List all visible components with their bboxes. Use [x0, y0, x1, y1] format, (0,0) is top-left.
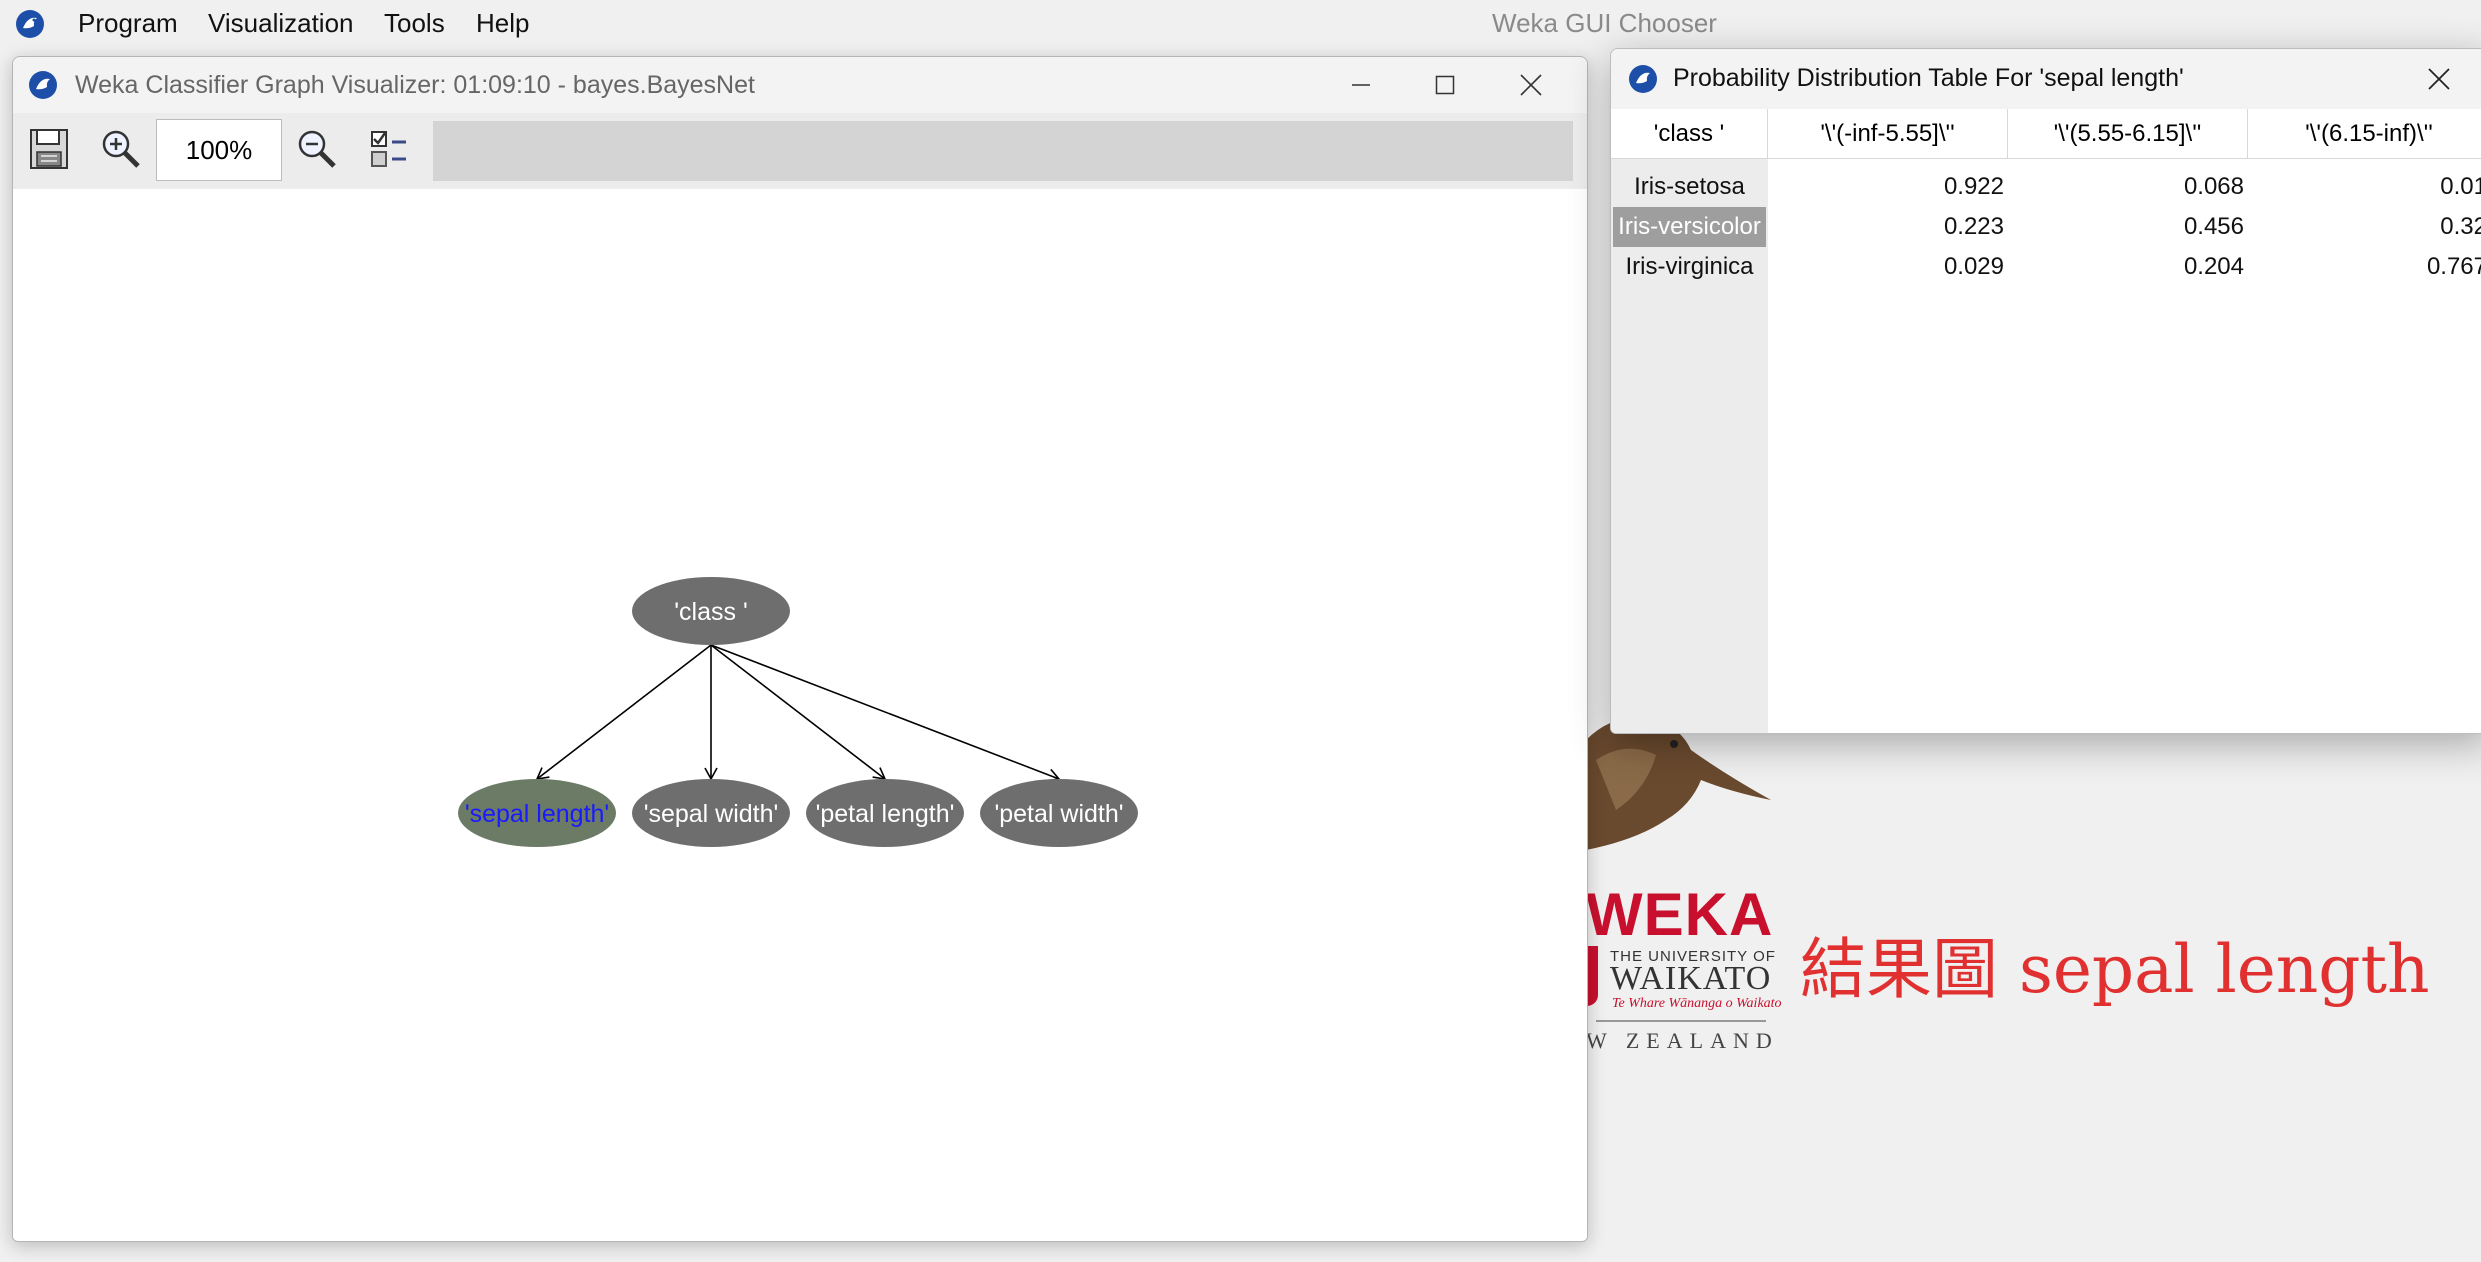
- weka-window-icon: [29, 71, 57, 99]
- table-cell[interactable]: 0.223: [1768, 207, 2008, 247]
- graph-visualizer-window: Weka Classifier Graph Visualizer: 01:09:…: [12, 56, 1588, 1242]
- table-cell[interactable]: 0.922: [1768, 167, 2008, 207]
- row-label-iris-setosa[interactable]: Iris-setosa: [1613, 167, 1766, 207]
- bayes-network-graph: 'class ' 'sepal length' 'sepal width' 'p…: [458, 577, 1138, 847]
- close-icon: [1520, 74, 1542, 96]
- prob-close-button[interactable]: [2411, 59, 2467, 99]
- weka-logo-text: WEKA: [1586, 881, 1774, 948]
- table-cell[interactable]: 0.767: [2248, 247, 2481, 287]
- probability-table: 'class ' '\'(-inf-5.55]\'' '\'(5.55-6.15…: [1611, 109, 2481, 733]
- node-class[interactable]: 'class ': [632, 577, 790, 645]
- row-label-iris-versicolor[interactable]: Iris-versicolor: [1613, 207, 1766, 247]
- minimize-button[interactable]: [1333, 65, 1389, 105]
- zoom-in-icon: [102, 130, 140, 168]
- annotation-caption: 結果圖 sepal length: [1800, 931, 2430, 1008]
- table-cell[interactable]: 0.029: [1768, 247, 2008, 287]
- minimize-icon: [1352, 84, 1370, 86]
- zoom-in-button[interactable]: [97, 125, 145, 173]
- maori-line: Te Whare Wānanga o Waikato: [1612, 996, 1782, 1011]
- save-button[interactable]: [25, 125, 73, 173]
- settings-list-icon: [371, 131, 406, 167]
- graph-canvas[interactable]: 'class ' 'sepal length' 'sepal width' 'p…: [13, 189, 1587, 1241]
- close-icon: [2428, 68, 2450, 90]
- node-petal-width-label: 'petal width': [994, 800, 1123, 828]
- maximize-button[interactable]: [1417, 65, 1473, 105]
- table-cell[interactable]: 0.01: [2248, 167, 2481, 207]
- node-sepal-length[interactable]: 'sepal length': [458, 779, 616, 847]
- row-label-iris-virginica[interactable]: Iris-virginica: [1613, 247, 1766, 287]
- zoom-out-button[interactable]: [293, 125, 341, 173]
- node-sepal-width-label: 'sepal width': [644, 800, 779, 828]
- menu-program[interactable]: Program: [78, 8, 178, 39]
- node-class-label: 'class ': [674, 598, 747, 626]
- table-cell[interactable]: 0.32: [2248, 207, 2481, 247]
- edge-class-petal-length: [710, 644, 887, 781]
- graph-window-titlebar[interactable]: Weka Classifier Graph Visualizer: 01:09:…: [13, 57, 1587, 113]
- menu-help[interactable]: Help: [476, 8, 529, 39]
- column-header-bin-2[interactable]: '\'(5.55-6.15]\'': [2008, 109, 2248, 159]
- maximize-icon: [1435, 75, 1455, 95]
- toolbar-filler: [433, 121, 1573, 181]
- chooser-window-title: Weka GUI Chooser: [1492, 8, 1717, 38]
- layout-options-button[interactable]: [365, 125, 413, 173]
- column-header-class[interactable]: 'class ': [1611, 109, 1768, 159]
- weka-app-icon: [16, 10, 44, 38]
- column-header-bin-1[interactable]: '\'(-inf-5.55]\'': [1768, 109, 2008, 159]
- country-text: W ZEALAND: [1586, 1028, 1779, 1053]
- weka-window-icon: [1629, 65, 1657, 93]
- node-petal-width[interactable]: 'petal width': [980, 779, 1138, 847]
- gui-chooser-menubar: Program Visualization Tools Help Weka GU…: [0, 0, 2481, 46]
- graph-window-title: Weka Classifier Graph Visualizer: 01:09:…: [75, 71, 755, 99]
- save-icon: [30, 129, 68, 169]
- logo-divider: [1596, 1020, 1766, 1022]
- node-sepal-width[interactable]: 'sepal width': [632, 779, 790, 847]
- node-petal-length-label: 'petal length': [816, 800, 955, 828]
- prob-window-titlebar[interactable]: Probability Distribution Table For 'sepa…: [1611, 49, 2481, 109]
- close-button[interactable]: [1503, 65, 1559, 105]
- prob-window-title: Probability Distribution Table For 'sepa…: [1673, 64, 2184, 92]
- probability-table-window: Probability Distribution Table For 'sepa…: [1610, 48, 2481, 734]
- menu-tools[interactable]: Tools: [384, 8, 445, 39]
- table-cell[interactable]: 0.204: [2008, 247, 2248, 287]
- edge-class-sepal-length: [535, 644, 712, 781]
- table-cell[interactable]: 0.456: [2008, 207, 2248, 247]
- node-petal-length[interactable]: 'petal length': [806, 779, 964, 847]
- menu-visualization[interactable]: Visualization: [208, 8, 354, 39]
- node-sepal-length-label: 'sepal length': [465, 800, 609, 828]
- zoom-out-icon: [298, 130, 336, 168]
- university-name: WAIKATO: [1610, 960, 1772, 997]
- column-header-bin-3[interactable]: '\'(6.15-inf)\'': [2248, 109, 2481, 159]
- zoom-level-input[interactable]: [156, 119, 282, 181]
- edge-class-petal-width: [710, 644, 1061, 782]
- table-cell[interactable]: 0.068: [2008, 167, 2248, 207]
